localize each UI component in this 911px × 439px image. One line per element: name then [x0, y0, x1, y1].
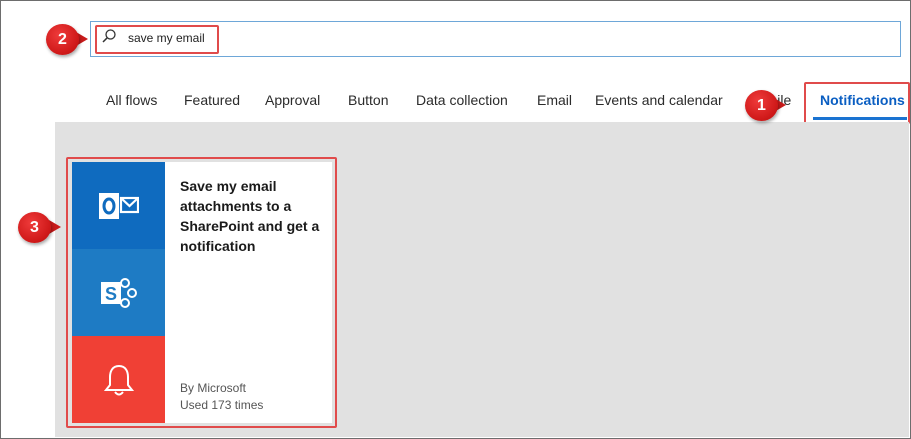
tab-button[interactable]: Button [348, 92, 388, 108]
callout-3: 3 [18, 212, 51, 243]
tab-approval[interactable]: Approval [265, 92, 320, 108]
tab-featured[interactable]: Featured [184, 92, 240, 108]
tab-all-flows[interactable]: All flows [106, 92, 157, 108]
tab-email[interactable]: Email [537, 92, 572, 108]
tab-highlight-box [804, 82, 910, 124]
search-value: save my email [128, 31, 205, 45]
callout-2: 2 [46, 24, 79, 55]
tab-data-collection[interactable]: Data collection [416, 92, 508, 108]
card-highlight-box [66, 157, 337, 428]
search-icon [101, 28, 117, 44]
tab-events-and-calendar[interactable]: Events and calendar [595, 92, 723, 108]
callout-1: 1 [745, 90, 778, 121]
